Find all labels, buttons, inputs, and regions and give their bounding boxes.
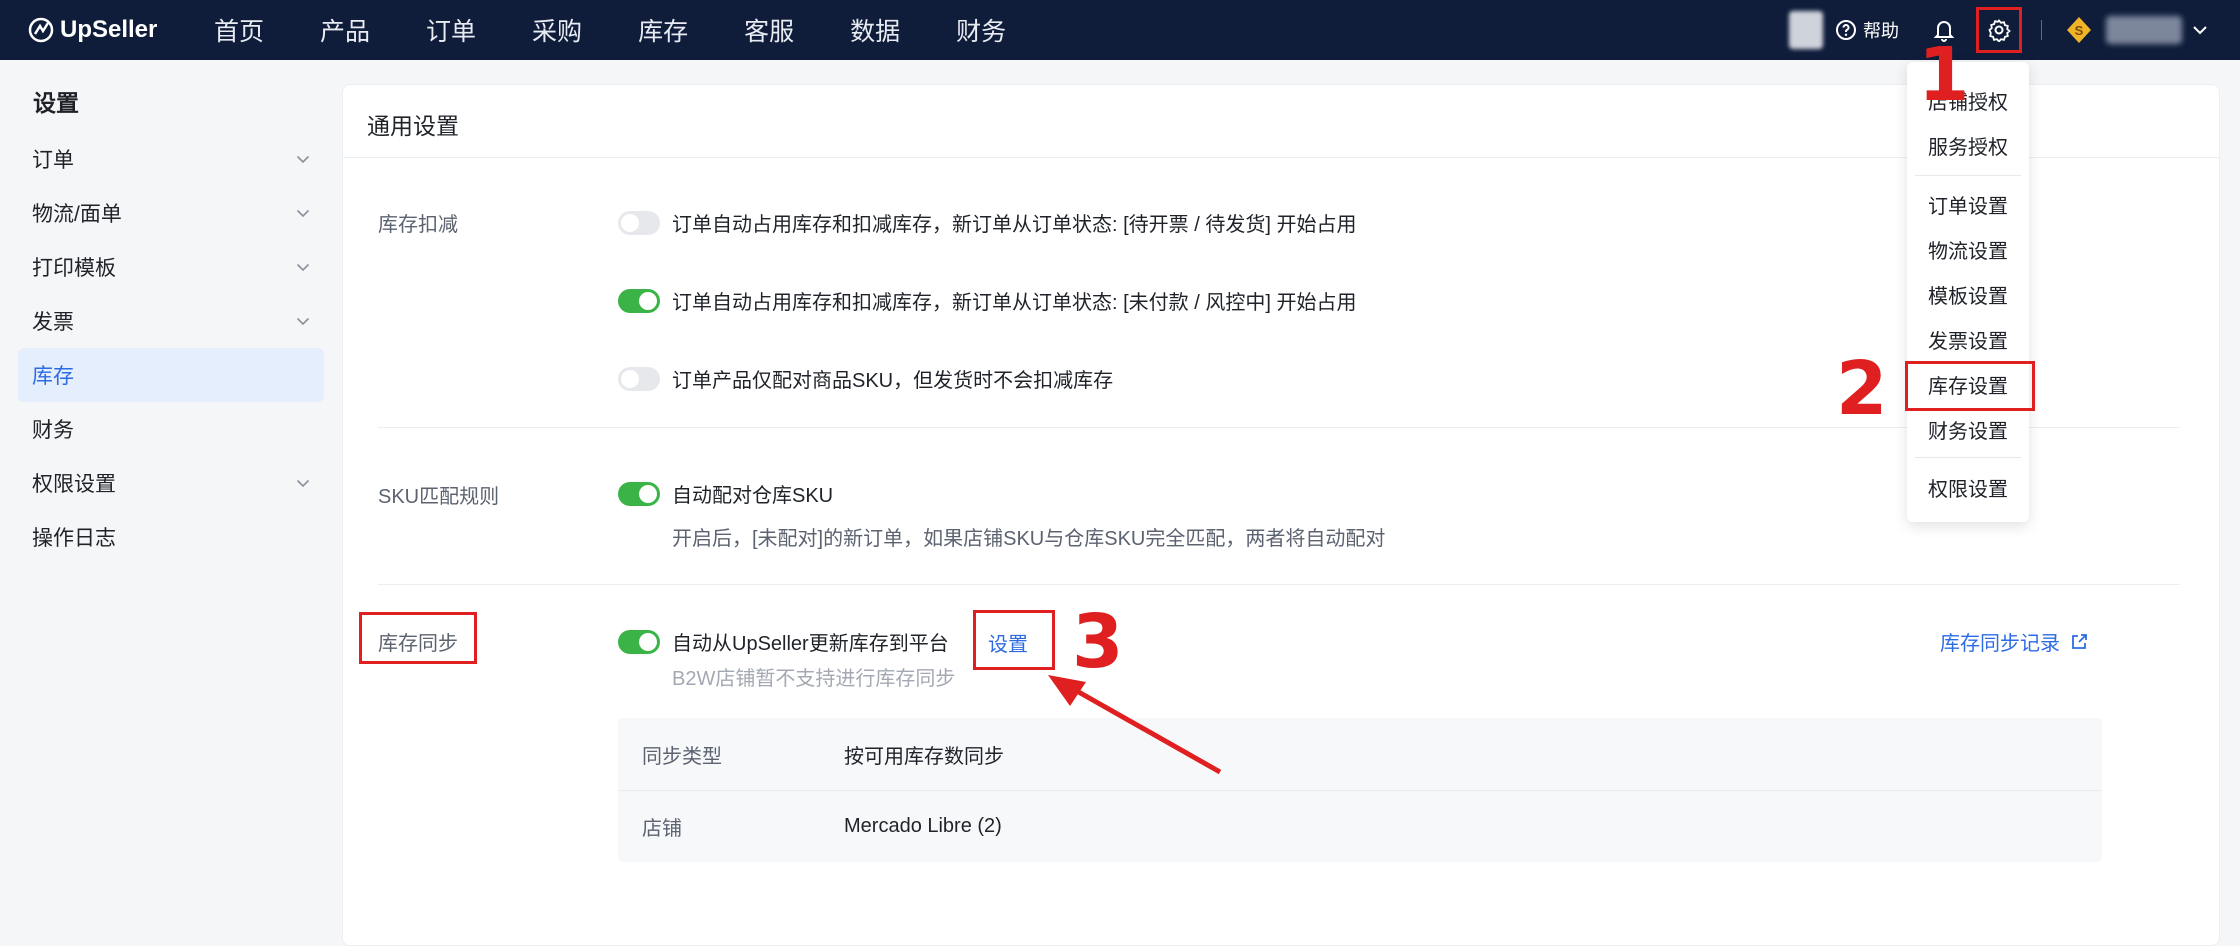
menu-purchase[interactable]: 采购 bbox=[532, 12, 582, 48]
sidebar-item-orders[interactable]: 订单 bbox=[18, 132, 324, 186]
section-divider bbox=[378, 584, 2180, 585]
chevron-down-icon bbox=[296, 155, 310, 163]
table-row: 同步类型 按可用库存数同步 bbox=[618, 718, 2102, 790]
nav-divider bbox=[2041, 20, 2042, 40]
menu-finance[interactable]: 财务 bbox=[956, 12, 1006, 48]
menu-item-order-settings[interactable]: 订单设置 bbox=[1907, 184, 2029, 224]
menu-service[interactable]: 客服 bbox=[744, 12, 794, 48]
brand-name: UpSeller bbox=[60, 16, 158, 43]
sku-auto-match-toggle[interactable] bbox=[618, 481, 660, 506]
stock-sync-settings-link[interactable]: 设置 bbox=[988, 628, 1028, 657]
settings-button[interactable] bbox=[1976, 7, 2022, 53]
menu-products[interactable]: 产品 bbox=[320, 12, 370, 48]
settings-dropdown-menu: 店铺授权 服务授权 订单设置 物流设置 模板设置 发票设置 库存设置 财务设置 … bbox=[1907, 62, 2029, 522]
stock-deduction-toggle-2[interactable] bbox=[618, 288, 660, 313]
sidebar-item-permissions[interactable]: 权限设置 bbox=[18, 456, 324, 510]
page-title: 通用设置 bbox=[367, 113, 459, 139]
sku-match-description: 开启后，[未配对]的新订单，如果店铺SKU与仓库SKU完全匹配，两者将自动配对 bbox=[672, 528, 1386, 550]
shop-value: Mercado Libre (2) bbox=[844, 814, 1002, 837]
option-text: 订单自动占用库存和扣减库存，新订单从订单状态: [未付款 / 风控中] 开始占用 bbox=[672, 292, 1357, 314]
stock-sync-toggle[interactable] bbox=[618, 629, 660, 654]
step-3-marker: 3 bbox=[1072, 599, 1124, 685]
settings-sidebar: 设置 订单 物流/面单 打印模板 发票 库存 财务 权限设置 操作日志 bbox=[0, 60, 340, 930]
menu-item-invoice-settings[interactable]: 发票设置 bbox=[1907, 319, 2029, 359]
sidebar-item-finance[interactable]: 财务 bbox=[18, 402, 324, 456]
menu-orders[interactable]: 订单 bbox=[426, 12, 476, 48]
highlight-box-inventory-settings bbox=[1905, 361, 2035, 411]
gear-icon bbox=[1988, 19, 2011, 42]
svg-text:S: S bbox=[2075, 23, 2084, 38]
sidebar-item-operation-log[interactable]: 操作日志 bbox=[18, 510, 324, 564]
sidebar-item-label: 打印模板 bbox=[32, 257, 116, 280]
chevron-down-icon bbox=[2193, 26, 2207, 35]
stock-sync-record-link[interactable]: 库存同步记录 bbox=[1940, 627, 2088, 656]
option-text: 自动配对仓库SKU bbox=[672, 485, 834, 507]
chevron-down-icon bbox=[296, 209, 310, 217]
sidebar-item-label: 财务 bbox=[32, 419, 74, 442]
option-text: 订单自动占用库存和扣减库存，新订单从订单状态: [待开票 / 待发货] 开始占用 bbox=[672, 214, 1357, 236]
sku-match-option: 自动配对仓库SKU bbox=[618, 479, 833, 508]
stock-deduction-label: 库存扣减 bbox=[378, 214, 458, 236]
sidebar-item-logistics[interactable]: 物流/面单 bbox=[18, 186, 324, 240]
sync-info-table: 同步类型 按可用库存数同步 店铺 Mercado Libre (2) bbox=[618, 718, 2102, 862]
sidebar-item-inventory[interactable]: 库存 bbox=[18, 348, 324, 402]
menu-item-logistics-settings[interactable]: 物流设置 bbox=[1907, 229, 2029, 269]
top-right-tools: 帮助 S bbox=[1789, 0, 2240, 60]
menu-home[interactable]: 首页 bbox=[214, 12, 264, 48]
blurred-avatar bbox=[1789, 11, 1823, 49]
shop-key: 店铺 bbox=[642, 817, 682, 840]
menu-item-service-auth[interactable]: 服务授权 bbox=[1907, 125, 2029, 165]
menu-divider bbox=[1915, 175, 2021, 176]
external-link-icon bbox=[2072, 633, 2087, 649]
sync-type-key: 同步类型 bbox=[642, 745, 722, 768]
annotation-arrow-icon bbox=[1048, 675, 1222, 775]
vip-badge-icon: S bbox=[2067, 17, 2091, 43]
sidebar-title: 设置 bbox=[33, 90, 79, 116]
chevron-down-icon bbox=[296, 317, 310, 325]
stock-sync-option: 自动从UpSeller更新库存到平台 bbox=[618, 627, 949, 656]
menu-inventory[interactable]: 库存 bbox=[638, 12, 688, 48]
sidebar-item-label: 物流/面单 bbox=[32, 203, 122, 226]
brand-logo[interactable]: UpSeller bbox=[28, 16, 214, 44]
stock-deduction-option-1: 订单自动占用库存和扣减库存，新订单从订单状态: [待开票 / 待发货] 开始占用 bbox=[618, 208, 1356, 237]
sidebar-item-invoice[interactable]: 发票 bbox=[18, 294, 324, 348]
stock-deduction-option-2: 订单自动占用库存和扣减库存，新订单从订单状态: [未付款 / 风控中] 开始占用 bbox=[618, 286, 1356, 315]
menu-item-permission-settings[interactable]: 权限设置 bbox=[1907, 467, 2029, 507]
blurred-username bbox=[2106, 16, 2182, 44]
sidebar-item-label: 库存 bbox=[32, 365, 74, 388]
menu-item-finance-settings[interactable]: 财务设置 bbox=[1907, 409, 2029, 449]
main-menu: 首页 产品 订单 采购 库存 客服 数据 财务 bbox=[214, 12, 1062, 48]
menu-divider bbox=[1915, 457, 2021, 458]
sidebar-item-label: 订单 bbox=[32, 149, 74, 172]
account-menu-toggle[interactable] bbox=[2192, 25, 2208, 35]
help-label: 帮助 bbox=[1863, 21, 1899, 41]
sku-match-label: SKU匹配规则 bbox=[378, 486, 500, 508]
sidebar-item-label: 操作日志 bbox=[32, 527, 116, 550]
highlight-box-stock-sync bbox=[359, 612, 477, 664]
sidebar-item-print-template[interactable]: 打印模板 bbox=[18, 240, 324, 294]
stock-sync-note: B2W店铺暂不支持进行库存同步 bbox=[672, 668, 956, 690]
help-button[interactable]: 帮助 bbox=[1835, 17, 1899, 43]
menu-data[interactable]: 数据 bbox=[850, 12, 900, 48]
menu-item-template-settings[interactable]: 模板设置 bbox=[1907, 274, 2029, 314]
option-text: 订单产品仅配对商品SKU，但发货时不会扣减库存 bbox=[672, 370, 1114, 392]
top-nav: UpSeller 首页 产品 订单 采购 库存 客服 数据 财务 帮助 S bbox=[0, 0, 2240, 60]
stock-deduction-toggle-3[interactable] bbox=[618, 366, 660, 391]
step-2-marker: 2 bbox=[1836, 346, 1888, 432]
chevron-down-icon bbox=[296, 263, 310, 271]
step-1-marker: 1 bbox=[1918, 32, 1970, 118]
record-link-text: 库存同步记录 bbox=[1940, 633, 2060, 655]
help-icon bbox=[1836, 20, 1856, 40]
sidebar-item-label: 发票 bbox=[32, 311, 74, 334]
stock-deduction-option-3: 订单产品仅配对商品SKU，但发货时不会扣减库存 bbox=[618, 364, 1113, 393]
stock-deduction-toggle-1[interactable] bbox=[618, 210, 660, 235]
sync-type-value: 按可用库存数同步 bbox=[844, 745, 1004, 768]
upseller-logo-icon bbox=[28, 17, 54, 43]
option-text: 自动从UpSeller更新库存到平台 bbox=[672, 633, 949, 655]
table-row: 店铺 Mercado Libre (2) bbox=[618, 790, 2102, 862]
chevron-down-icon bbox=[296, 479, 310, 487]
sidebar-item-label: 权限设置 bbox=[32, 473, 116, 496]
